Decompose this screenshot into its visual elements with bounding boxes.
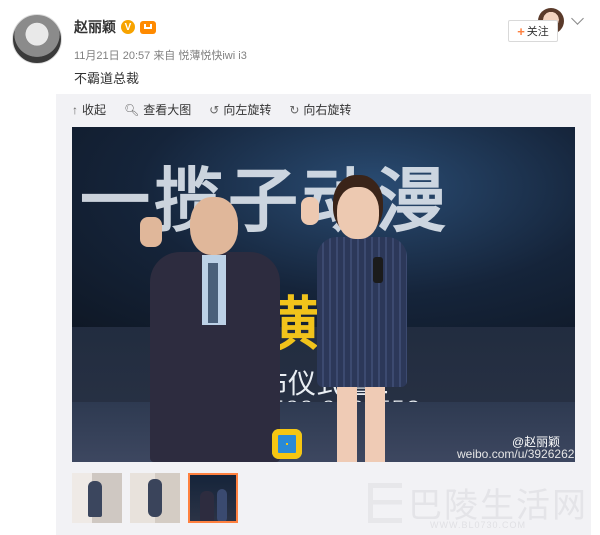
site-logo-icon (368, 482, 402, 523)
thumbnail-3-selected[interactable] (188, 473, 238, 523)
image-toolbar: ↑ 收起 🔍︎ 查看大图 ↺ 向左旋转 ↻ 向右旋转 (72, 101, 351, 118)
post-meta: 11月21日 20:57 来自 悦薄悦快iwi i3 (74, 47, 247, 63)
rotate-left-button[interactable]: ↺ 向左旋转 (209, 101, 271, 118)
post-timestamp[interactable]: 11月21日 20:57 (74, 50, 150, 62)
collect-label: 收起 (82, 103, 107, 117)
username[interactable]: 赵丽颖 (74, 17, 116, 37)
avatar[interactable] (12, 14, 62, 64)
weibo-watermark-url: weibo.com/u/3926262 (457, 447, 575, 461)
thumbnail-2[interactable] (130, 473, 180, 523)
member-crown-icon (140, 20, 156, 34)
name-row: 赵丽颖 V (74, 17, 156, 37)
person-man (140, 197, 290, 462)
rotate-right-label: 向右旋转 (303, 103, 352, 117)
follow-label: 关注 (526, 26, 549, 38)
view-large-button[interactable]: 🔍︎ 查看大图 (124, 101, 191, 118)
plus-icon: + (517, 23, 525, 39)
post-text: 不霸道总裁 (74, 71, 140, 86)
rotate-left-label: 向左旋转 (223, 103, 272, 117)
up-arrow-icon: ↑ (72, 102, 78, 117)
person-woman (301, 187, 417, 462)
magnifier-icon: 🔍︎ (124, 102, 140, 117)
app-logo-icon (272, 429, 302, 459)
follow-button[interactable]: + 关注 (508, 20, 558, 42)
collect-button[interactable]: ↑ 收起 (72, 101, 106, 118)
view-large-label: 查看大图 (143, 103, 192, 117)
thumbnail-1[interactable] (72, 473, 122, 523)
post-source: 来自 悦薄悦快iwi i3 (153, 50, 247, 62)
rotate-right-button[interactable]: ↻ 向右旋转 (289, 101, 351, 118)
main-photo[interactable]: 一揽子动漫 潢直 發布仪式暨2 ESS STRATEG @赵丽颖 weibo.c… (72, 127, 575, 462)
follow-area: + 关注 (508, 8, 564, 44)
chevron-down-icon[interactable] (571, 12, 584, 25)
site-url: WWW.BL0730.COM (430, 520, 527, 530)
rotate-left-icon: ↺ (209, 102, 220, 117)
rotate-right-icon: ↻ (289, 102, 300, 117)
verified-icon: V (121, 20, 135, 34)
thumbnail-strip (72, 473, 238, 523)
